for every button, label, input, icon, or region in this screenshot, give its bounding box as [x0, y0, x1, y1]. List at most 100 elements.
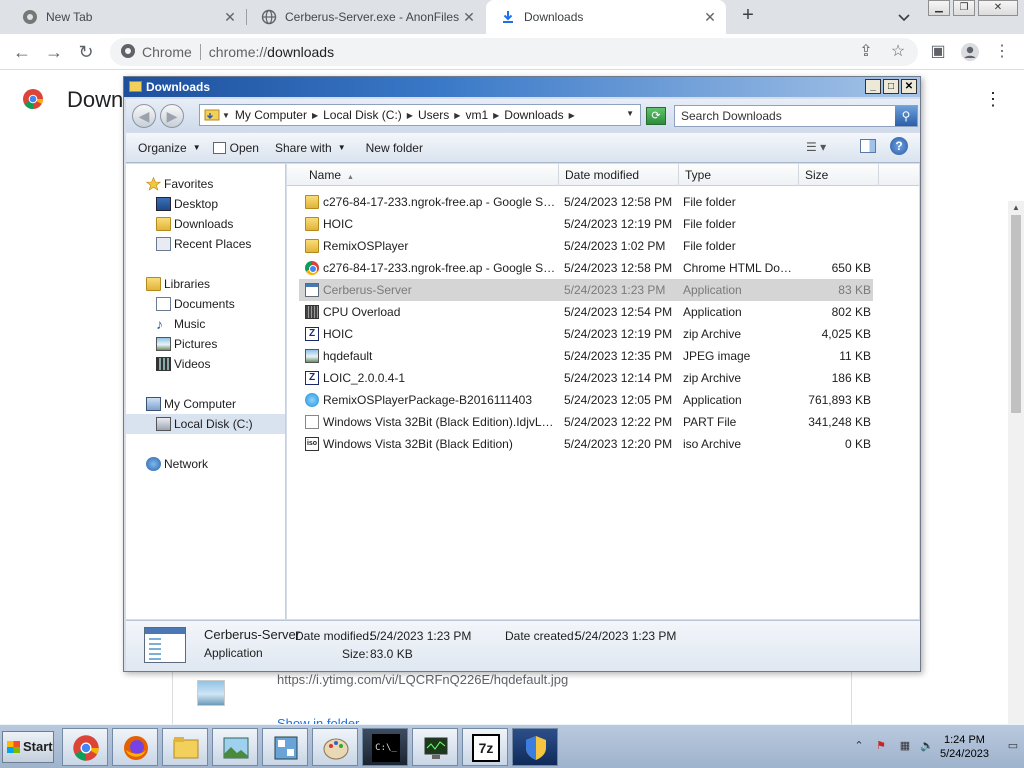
breadcrumb-my-computer[interactable]: My Computer — [235, 108, 307, 122]
nav-music[interactable]: ♪ Music — [126, 314, 285, 334]
maximize-icon[interactable]: □ — [883, 79, 899, 94]
close-icon[interactable]: ✕ — [461, 9, 477, 25]
file-row[interactable]: Windows Vista 32Bit (Black Edition).Idjv… — [299, 411, 873, 433]
chevron-down-icon[interactable] — [896, 9, 912, 25]
file-row[interactable]: RemixOSPlayerPackage-B2016111403 5/24/20… — [299, 389, 873, 411]
taskbar-7zip[interactable]: 7z — [462, 728, 508, 766]
restore-icon[interactable]: ❐ — [953, 0, 975, 16]
nav-pictures[interactable]: Pictures — [126, 334, 285, 354]
start-button[interactable]: Start — [2, 731, 54, 763]
nav-local-disk[interactable]: Local Disk (C:) — [126, 414, 285, 434]
taskbar-control-panel[interactable] — [262, 728, 308, 766]
nav-my-computer[interactable]: My Computer — [126, 394, 285, 414]
help-icon[interactable]: ? — [890, 137, 908, 155]
taskbar-cmd[interactable]: C:\_ — [362, 728, 408, 766]
taskbar-security[interactable] — [512, 728, 558, 766]
forward-icon[interactable]: ▶ — [160, 104, 184, 128]
nav-documents[interactable]: Documents — [126, 294, 285, 314]
column-size[interactable]: Size — [799, 164, 879, 186]
taskbar-photo-viewer[interactable] — [212, 728, 258, 766]
taskbar-firefox[interactable] — [112, 728, 158, 766]
nav-libraries[interactable]: Libraries — [126, 274, 285, 294]
chevron-right-icon[interactable]: ▶ — [312, 111, 318, 120]
scrollbar-thumb[interactable] — [1011, 215, 1021, 413]
taskbar-chrome[interactable] — [62, 728, 108, 766]
chevron-down-icon[interactable]: ▼ — [222, 111, 230, 120]
file-row-selected[interactable]: Cerberus-Server 5/24/2023 1:23 PM Applic… — [299, 279, 873, 301]
file-row[interactable]: Z HOIC 5/24/2023 12:19 PM zip Archive 4,… — [299, 323, 873, 345]
reload-icon[interactable]: ↻ — [76, 42, 96, 62]
explorer-titlebar[interactable]: Downloads _ □ ✕ — [124, 77, 920, 97]
back-icon[interactable]: ← — [12, 42, 32, 62]
column-type[interactable]: Type — [679, 164, 799, 186]
nav-recent-places[interactable]: Recent Places — [126, 234, 285, 254]
chevron-right-icon[interactable]: ▶ — [493, 111, 499, 120]
close-icon[interactable]: ✕ — [702, 9, 718, 25]
search-icon[interactable]: ⚲ — [895, 106, 917, 126]
share-with-button[interactable]: Share with ▼ — [275, 141, 346, 155]
file-row[interactable]: c276-84-17-233.ngrok-free.ap - Google Se… — [299, 257, 873, 279]
column-date-modified[interactable]: Date modified — [559, 164, 679, 186]
file-row[interactable]: RemixOSPlayer 5/24/2023 1:02 PM File fol… — [299, 235, 873, 257]
page-scrollbar[interactable]: ▲ ▼ — [1008, 201, 1024, 768]
new-tab-button[interactable]: + — [738, 5, 758, 26]
breadcrumb-downloads[interactable]: Downloads — [504, 108, 563, 122]
file-row[interactable]: c276-84-17-233.ngrok-free.ap - Google Se… — [299, 191, 873, 213]
kebab-menu-icon[interactable]: ⋮ — [992, 42, 1012, 62]
column-name[interactable]: Name ▲ — [303, 164, 559, 186]
close-icon[interactable]: ✕ — [222, 9, 238, 25]
file-row[interactable]: hqdefault 5/24/2023 12:35 PM JPEG image … — [299, 345, 873, 367]
forward-icon[interactable]: → — [44, 42, 64, 62]
minimize-icon[interactable]: ▁ — [928, 0, 950, 16]
change-view-icon[interactable]: ☰ ▾ — [806, 140, 826, 154]
taskbar-paint[interactable] — [312, 728, 358, 766]
nav-videos[interactable]: Videos — [126, 354, 285, 374]
breadcrumb-vm1[interactable]: vm1 — [465, 108, 488, 122]
volume-muted-icon[interactable]: 🔈 — [920, 739, 934, 753]
chevron-right-icon[interactable]: ▶ — [569, 111, 575, 120]
nav-network[interactable]: Network — [126, 454, 285, 474]
chevron-right-icon[interactable]: ▶ — [454, 111, 460, 120]
share-icon[interactable]: ⇪ — [856, 42, 876, 62]
show-hidden-icons-icon[interactable]: ⌃ — [852, 739, 866, 753]
file-row[interactable]: CPU Overload 5/24/2023 12:54 PM Applicat… — [299, 301, 873, 323]
minimize-icon[interactable]: _ — [865, 79, 881, 94]
breadcrumb[interactable]: ▼ My Computer ▶ Local Disk (C:) ▶ Users … — [199, 104, 641, 126]
search-input[interactable]: Search Downloads ⚲ — [674, 105, 918, 127]
breadcrumb-local-disk[interactable]: Local Disk (C:) — [323, 108, 402, 122]
taskbar-explorer[interactable] — [162, 728, 208, 766]
address-bar[interactable]: Chrome chrome:// downloads — [110, 38, 918, 66]
network-status-icon[interactable]: ▦ — [898, 739, 912, 753]
action-center-flag-icon[interactable]: ⚑ — [874, 739, 888, 753]
tab-new-tab[interactable]: New Tab ✕ — [8, 0, 246, 34]
system-clock[interactable]: 1:24 PM 5/24/2023 — [940, 733, 989, 761]
side-panel-icon[interactable]: ▣ — [928, 42, 948, 62]
bookmark-star-icon[interactable]: ☆ — [888, 42, 908, 62]
open-button[interactable]: Open — [212, 141, 259, 155]
file-row[interactable]: Z LOIC_2.0.0.4-1 5/24/2023 12:14 PM zip … — [299, 367, 873, 389]
close-icon[interactable]: ✕ — [901, 79, 917, 94]
address-history-dropdown-icon[interactable]: ▼ — [626, 109, 634, 118]
breadcrumb-users[interactable]: Users — [418, 108, 449, 122]
close-window-icon[interactable]: ✕ — [978, 0, 1018, 16]
back-icon[interactable]: ◀ — [132, 104, 156, 128]
kebab-menu-icon[interactable]: ⋮ — [984, 89, 1002, 110]
scroll-up-icon[interactable]: ▲ — [1012, 203, 1020, 212]
organize-button[interactable]: Organize ▼ — [138, 141, 201, 155]
chevron-right-icon[interactable]: ▶ — [407, 111, 413, 120]
download-url[interactable]: https://i.ytimg.com/vi/LQCRFnQ226E/hqdef… — [277, 672, 568, 687]
preview-pane-icon[interactable] — [860, 139, 876, 153]
new-folder-button[interactable]: New folder — [366, 141, 423, 155]
url-scheme: chrome:// — [208, 44, 268, 60]
file-row[interactable]: iso Windows Vista 32Bit (Black Edition) … — [299, 433, 873, 455]
tab-downloads[interactable]: Downloads ✕ — [486, 0, 726, 34]
nav-desktop[interactable]: Desktop — [126, 194, 285, 214]
nav-favorites[interactable]: Favorites — [126, 174, 285, 194]
file-row[interactable]: HOIC 5/24/2023 12:19 PM File folder — [299, 213, 873, 235]
profile-avatar-icon[interactable] — [960, 42, 980, 62]
tab-anonfiles[interactable]: Cerberus-Server.exe - AnonFiles ✕ — [247, 0, 485, 34]
show-desktop-icon[interactable]: ▭ — [1006, 739, 1020, 753]
taskbar-network-monitor[interactable] — [412, 728, 458, 766]
nav-downloads[interactable]: Downloads — [126, 214, 285, 234]
refresh-icon[interactable]: ⟳ — [646, 107, 666, 125]
